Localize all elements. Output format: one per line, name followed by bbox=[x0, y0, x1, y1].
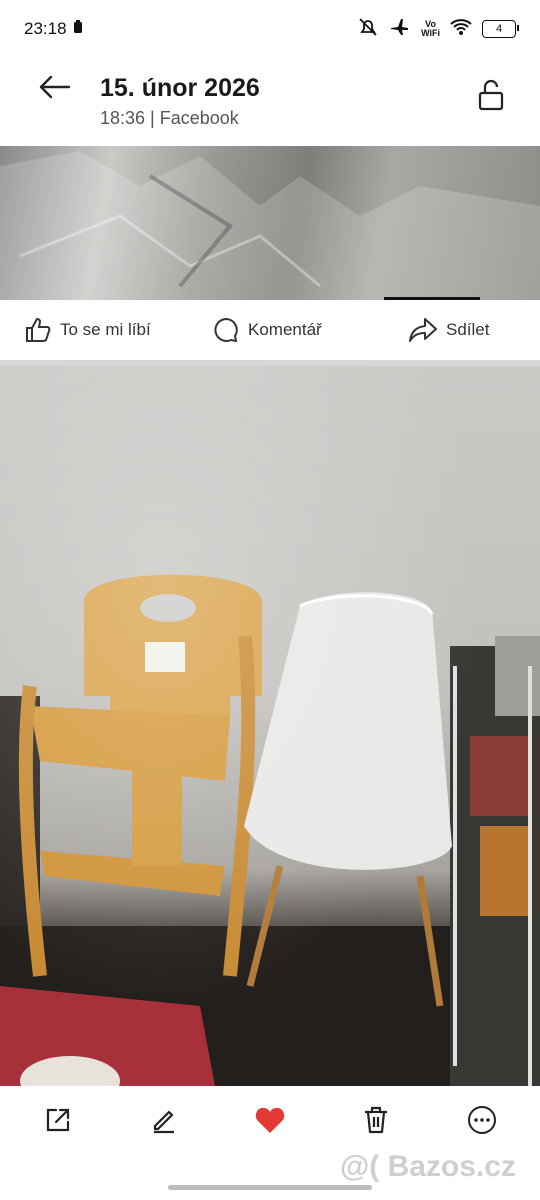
heart-icon bbox=[255, 1107, 285, 1133]
status-bar: 23:18 Vo WiFi 4 bbox=[0, 0, 540, 58]
status-right: Vo WiFi 4 bbox=[357, 16, 519, 43]
battery-icon: 4 bbox=[482, 20, 519, 38]
edit-button[interactable] bbox=[148, 1104, 180, 1136]
vowifi-line2: WiFi bbox=[421, 28, 440, 38]
trash-icon bbox=[365, 1106, 387, 1134]
page-subtitle: 18:36 | Facebook bbox=[100, 108, 239, 128]
photo-plastic-texture bbox=[0, 151, 540, 300]
header: 15. únor 2026 18:36 | Facebook bbox=[0, 58, 540, 146]
favorite-button[interactable] bbox=[254, 1104, 286, 1136]
share-label: Sdílet bbox=[446, 320, 490, 339]
comment-icon bbox=[214, 317, 238, 343]
notification-icon bbox=[73, 19, 83, 39]
delete-button[interactable] bbox=[360, 1104, 392, 1136]
more-icon bbox=[468, 1106, 496, 1134]
edit-icon bbox=[153, 1110, 174, 1134]
bottom-toolbar bbox=[0, 1086, 540, 1156]
share-arrow-icon bbox=[409, 318, 437, 342]
vowifi-icon: Vo WiFi bbox=[421, 20, 440, 38]
wall-shading bbox=[0, 366, 540, 1086]
photo-chairs[interactable] bbox=[0, 366, 540, 1086]
like-label: To se mi líbí bbox=[60, 320, 151, 339]
bazos-watermark: @( Bazos.cz bbox=[340, 1150, 516, 1183]
battery-level: 4 bbox=[495, 23, 503, 35]
comment-label: Komentář bbox=[248, 320, 322, 339]
airplane-icon bbox=[389, 16, 411, 43]
back-button[interactable] bbox=[36, 72, 72, 102]
photo-plastic-cover[interactable] bbox=[0, 146, 540, 300]
unlock-icon bbox=[478, 79, 504, 111]
like-button[interactable]: To se mi líbí bbox=[24, 316, 151, 344]
home-indicator[interactable] bbox=[168, 1185, 372, 1190]
status-time: 23:18 bbox=[24, 19, 67, 38]
wifi-icon bbox=[450, 18, 472, 41]
thumbs-up-icon bbox=[26, 317, 51, 342]
back-arrow-icon bbox=[39, 75, 71, 99]
more-button[interactable] bbox=[466, 1104, 498, 1136]
share-button[interactable] bbox=[42, 1104, 74, 1136]
facebook-action-bar: To se mi líbí Komentář Sdílet bbox=[0, 300, 540, 360]
share-post-button[interactable]: Sdílet bbox=[408, 316, 489, 344]
status-left: 23:18 bbox=[24, 19, 83, 39]
share-icon bbox=[46, 1108, 70, 1132]
comment-button[interactable]: Komentář bbox=[212, 316, 322, 344]
lock-button[interactable] bbox=[476, 78, 506, 112]
page-title: 15. únor 2026 bbox=[100, 74, 260, 102]
mute-icon bbox=[357, 16, 379, 43]
